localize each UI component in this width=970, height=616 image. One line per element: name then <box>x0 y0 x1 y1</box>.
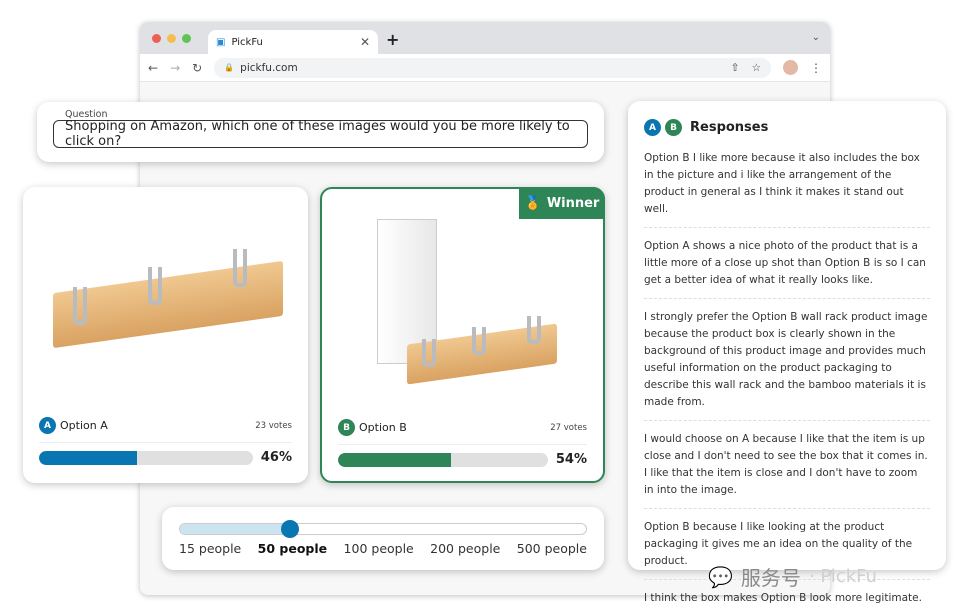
question-text: Shopping on Amazon, which one of these i… <box>65 119 570 149</box>
browser-tab[interactable]: ▣ PickFu ✕ <box>208 30 378 54</box>
tab-bar: ▣ PickFu ✕ + ⌄ <box>140 22 830 54</box>
option-a-badge: A <box>644 119 661 136</box>
tab-search-chevron-icon[interactable]: ⌄ <box>812 32 820 43</box>
watermark-brand: · PickFu <box>808 566 877 587</box>
watermark-text: 服务号 <box>740 566 801 590</box>
winner-label: Winner <box>546 195 600 211</box>
option-b-badge: B <box>665 119 682 136</box>
wechat-icon: 💬 <box>708 564 733 589</box>
responses-panel: A B Responses Option B I like more becau… <box>628 101 946 604</box>
back-icon[interactable]: ← <box>148 61 158 75</box>
response-item: I strongly prefer the Option B wall rack… <box>644 305 930 421</box>
option-b-image <box>362 214 572 394</box>
option-a-votes: 23 votes <box>255 420 292 431</box>
option-a-header: A Option A 23 votes <box>39 417 292 443</box>
slider-option[interactable]: 200 people <box>430 541 500 556</box>
slider-option[interactable]: 15 people <box>179 541 241 556</box>
bookmark-star-icon[interactable]: ☆ <box>752 62 761 74</box>
question-label: Question <box>63 109 110 120</box>
slider-option[interactable]: 50 people <box>258 541 327 556</box>
option-b-progress-bar <box>338 452 548 467</box>
response-item: Option A shows a nice photo of the produ… <box>644 234 930 299</box>
forward-icon[interactable]: → <box>170 61 180 75</box>
close-tab-icon[interactable]: ✕ <box>360 35 370 49</box>
sample-size-slider[interactable] <box>179 520 587 538</box>
responses-title: Responses <box>690 120 769 135</box>
new-tab-icon[interactable]: + <box>386 30 399 49</box>
option-a-image <box>43 237 293 367</box>
nav-bar: ← → ↻ 🔒 pickfu.com ⇧ ☆ ⋮ <box>140 54 830 82</box>
pickfu-favicon-icon: ▣ <box>216 36 226 48</box>
question-field: Shopping on Amazon, which one of these i… <box>53 119 588 149</box>
minimize-window-button[interactable] <box>167 34 176 43</box>
address-bar[interactable]: 🔒 pickfu.com ⇧ ☆ <box>214 57 771 78</box>
close-window-button[interactable] <box>152 34 161 43</box>
question-card: Shopping on Amazon, which one of these i… <box>37 102 604 162</box>
slider-option[interactable]: 100 people <box>344 541 414 556</box>
option-b-badge: B <box>338 419 355 436</box>
response-item: I would choose on A because I like that … <box>644 427 930 509</box>
url-text: pickfu.com <box>240 61 298 74</box>
share-icon[interactable]: ⇧ <box>731 62 740 74</box>
profile-avatar[interactable] <box>783 60 798 75</box>
option-b-card[interactable]: 🏅 Winner B Option B 27 votes 54% <box>320 187 605 483</box>
response-item: Option B I like more because it also inc… <box>644 146 930 228</box>
tab-title: PickFu <box>231 36 263 48</box>
option-a-label: Option A <box>60 419 108 432</box>
option-b-percent: 54% <box>555 452 587 467</box>
slider-thumb[interactable] <box>280 520 299 538</box>
reload-icon[interactable]: ↻ <box>192 61 202 75</box>
watermark: 💬 服务号 · PickFu <box>708 562 877 591</box>
option-a-progress-bar <box>39 450 253 465</box>
option-a-percent: 46% <box>260 450 292 465</box>
sample-size-slider-card: 15 people 50 people 100 people 200 peopl… <box>162 507 604 570</box>
option-b-votes: 27 votes <box>550 422 587 433</box>
slider-option[interactable]: 500 people <box>517 541 587 556</box>
option-a-badge: A <box>39 417 56 434</box>
lock-icon: 🔒 <box>224 63 235 72</box>
maximize-window-button[interactable] <box>182 34 191 43</box>
option-a-card[interactable]: A Option A 23 votes 46% <box>23 187 308 483</box>
option-b-label: Option B <box>359 421 407 434</box>
menu-kebab-icon[interactable]: ⋮ <box>810 61 822 75</box>
option-b-header: B Option B 27 votes <box>338 419 587 445</box>
medal-icon: 🏅 <box>524 195 541 211</box>
